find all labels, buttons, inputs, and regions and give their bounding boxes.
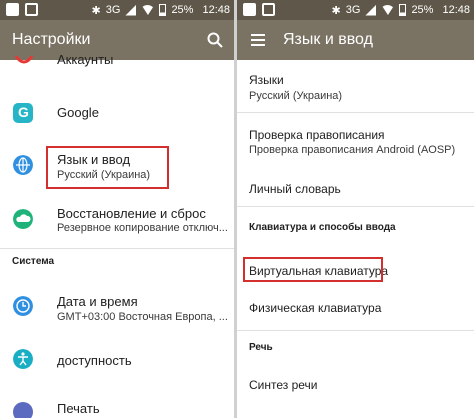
print-icon xyxy=(13,402,33,418)
section-divider xyxy=(0,248,234,249)
clock-icon xyxy=(13,296,33,316)
battery-icon xyxy=(159,4,167,16)
language-input-screen: ✱ 3G 25% 12:48 Язык и ввод Языки Русский… xyxy=(237,0,474,418)
physical-keyboard-label: Физическая клавиатура xyxy=(249,301,382,315)
search-icon[interactable] xyxy=(206,31,224,49)
list-item-date-time[interactable]: Дата и время GMT+03:00 Восточная Европа,… xyxy=(0,284,234,328)
list-item-printing[interactable]: Печать xyxy=(0,392,234,418)
cloud-backup-icon xyxy=(13,209,33,229)
accounts-icon xyxy=(14,56,34,64)
wifi-icon xyxy=(381,5,395,15)
list-item-personal-dictionary[interactable]: Личный словарь xyxy=(237,168,474,208)
accessibility-icon xyxy=(13,349,33,369)
notification-icon xyxy=(243,3,256,16)
languages-subtitle: Русский (Украина) xyxy=(249,90,343,102)
battery-level: 25% xyxy=(411,4,434,16)
google-icon: G xyxy=(13,103,33,123)
spellcheck-subtitle: Проверка правописания Android (AOSP) xyxy=(249,144,456,156)
backup-reset-label: Восстановление и сброс xyxy=(57,206,206,221)
battery-level: 25% xyxy=(171,4,194,16)
highlight-box xyxy=(46,146,169,189)
list-item-physical-keyboard[interactable]: Физическая клавиатура xyxy=(237,290,474,326)
date-time-subtitle: GMT+03:00 Восточная Европа, ... xyxy=(57,311,228,323)
app-bar: Настройки xyxy=(0,20,234,60)
accessibility-label: доступность xyxy=(57,353,132,368)
battery-icon xyxy=(399,4,407,16)
list-item-accessibility[interactable]: доступность xyxy=(0,336,234,382)
page-title: Настройки xyxy=(12,31,91,48)
notification-icon xyxy=(25,3,38,16)
status-bar: ✱ 3G 25% 12:48 xyxy=(237,0,474,20)
list-item-tts[interactable]: Синтез речи xyxy=(237,366,474,406)
list-item-backup-reset[interactable]: Восстановление и сброс Резервное копиров… xyxy=(0,196,234,246)
personal-dictionary-label: Личный словарь xyxy=(249,182,341,196)
section-header-speech: Речь xyxy=(249,342,273,353)
highlight-box xyxy=(243,257,383,282)
signal-icon xyxy=(125,4,137,16)
network-type: 3G xyxy=(345,4,361,16)
section-header-system: Система xyxy=(12,256,55,267)
list-item-accounts[interactable]: Аккаунты xyxy=(0,52,234,90)
spellcheck-label: Проверка правописания xyxy=(249,128,385,142)
signal-icon xyxy=(365,4,377,16)
google-label: Google xyxy=(57,105,99,120)
notification-icon xyxy=(6,3,19,16)
globe-icon xyxy=(13,155,33,175)
list-item-google[interactable]: G Google xyxy=(0,90,234,136)
notification-icon xyxy=(262,3,275,16)
bluetooth-icon: ✱ xyxy=(331,4,341,17)
clock: 12:48 xyxy=(202,4,230,16)
menu-icon[interactable] xyxy=(251,34,265,46)
status-bar: ✱ 3G 25% 12:48 xyxy=(0,0,234,20)
printing-label: Печать xyxy=(57,401,100,416)
wifi-icon xyxy=(141,5,155,15)
list-item-spellcheck[interactable]: Проверка правописания Проверка правописа… xyxy=(237,114,474,164)
notification-icons xyxy=(243,3,275,16)
app-bar: Язык и ввод xyxy=(237,20,474,60)
bluetooth-icon: ✱ xyxy=(91,4,101,17)
settings-screen: ✱ 3G 25% 12:48 Настройки Аккаунты G Goog… xyxy=(0,0,234,418)
notification-icons xyxy=(6,3,38,16)
clock: 12:48 xyxy=(442,4,470,16)
page-title: Язык и ввод xyxy=(283,31,373,48)
section-divider xyxy=(237,330,474,331)
section-header-keyboard: Клавиатура и способы ввода xyxy=(249,222,396,233)
network-type: 3G xyxy=(105,4,121,16)
divider xyxy=(237,112,474,113)
tts-label: Синтез речи xyxy=(249,378,318,392)
section-divider xyxy=(237,206,474,207)
languages-label: Языки xyxy=(249,73,284,87)
accounts-label: Аккаунты xyxy=(57,52,114,67)
list-item-languages[interactable]: Языки Русский (Украина) xyxy=(237,60,474,110)
date-time-label: Дата и время xyxy=(57,294,138,309)
backup-reset-subtitle: Резервное копирование отключ... xyxy=(57,222,228,234)
